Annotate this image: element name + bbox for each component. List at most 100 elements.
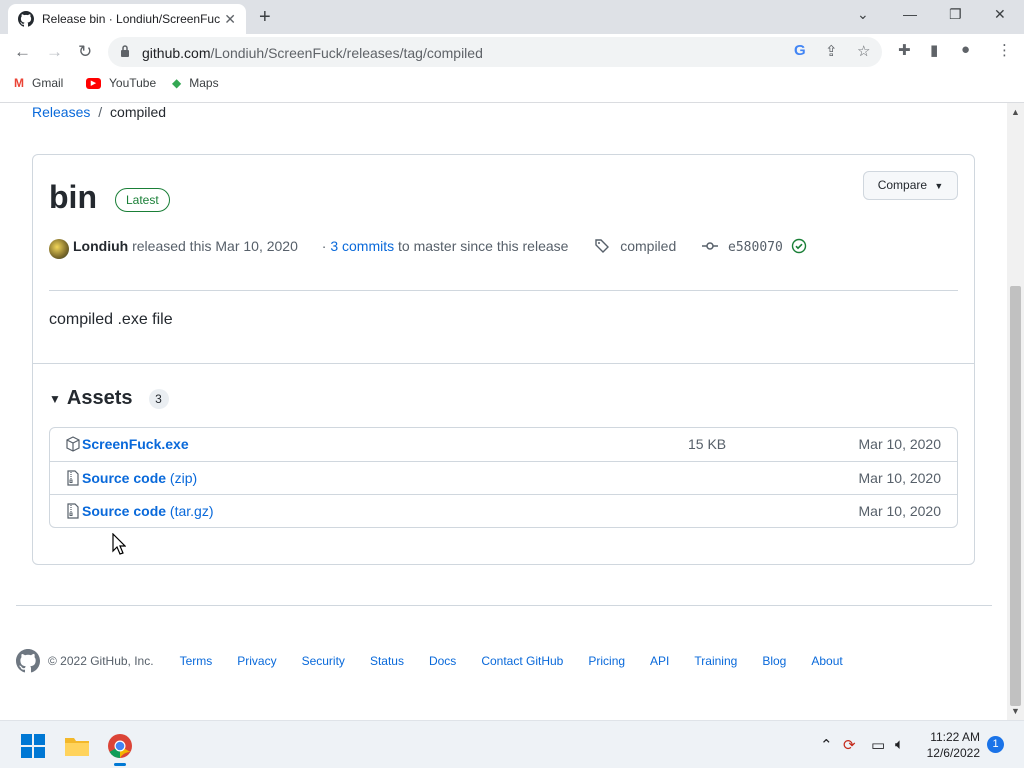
active-app-indicator [114,763,126,766]
asset-date: Mar 10, 2020 [858,470,942,486]
extensions-icon[interactable]: ✚ [898,41,911,59]
file-zip-icon [67,503,79,519]
bookmarks-bar: M Gmail ▶ YouTube ◆ Maps [0,70,1024,98]
avatar[interactable] [49,239,69,259]
system-clock[interactable]: 11:22 AM 12/6/2022 [918,729,980,761]
footer-link-blog[interactable]: Blog [762,654,786,668]
sync-icon[interactable]: ⟳ [843,736,856,754]
restore-icon[interactable]: ❐ [949,6,962,23]
forward-icon[interactable]: → [46,42,63,62]
profile-icon[interactable]: ● [961,41,970,58]
asset-link[interactable]: Source code (tar.gz) [82,503,214,519]
taskbar: ⌃ ⟳ ▭ 🔈︎ 11:22 AM 12/6/2022 1 [0,720,1024,768]
footer-copyright: © 2022 GitHub, Inc. [48,654,154,668]
browser-tab[interactable]: Release bin · Londiuh/ScreenFuck ✕ [8,4,246,34]
tab-search-icon[interactable]: ⌄ [857,6,869,23]
asset-ext: (zip) [169,470,198,486]
tab-title: Release bin · Londiuh/ScreenFuck [42,12,221,26]
bookmark-label: YouTube [109,76,157,90]
page-scrollbar[interactable]: ▲ ▼ [1007,103,1024,720]
file-zip-icon [67,470,79,486]
assets-heading: Assets [66,387,133,409]
scroll-up-icon[interactable]: ▲ [1011,107,1020,117]
commits-link[interactable]: 3 commits [330,238,394,254]
footer-link-status[interactable]: Status [370,654,404,668]
bookmark-youtube[interactable]: ▶ YouTube [86,76,156,90]
asset-link[interactable]: Source code (zip) [82,470,197,486]
asset-link[interactable]: ScreenFuck.exe [82,436,189,452]
scroll-down-icon[interactable]: ▼ [1011,706,1020,716]
assets-list: ScreenFuck.exe 15 KB Mar 10, 2020 Source… [49,427,958,528]
footer-link-docs[interactable]: Docs [429,654,456,668]
minimize-icon[interactable]: — [903,6,917,22]
new-tab-icon[interactable]: + [259,6,271,29]
bookmark-maps[interactable]: ◆ Maps [172,76,219,90]
address-bar[interactable]: github.com/Londiuh/ScreenFuck/releases/t… [108,37,882,67]
notification-badge[interactable]: 1 [987,736,1004,753]
divider [49,290,958,291]
tag-link[interactable]: compiled [620,238,676,254]
footer-link-training[interactable]: Training [694,654,737,668]
page-content: Releases / compiled bin Latest Compare ▼… [0,103,1007,720]
gmail-icon: M [14,76,24,90]
author-link[interactable]: Londiuh [73,238,128,254]
chevron-up-icon[interactable]: ⌃ [820,736,833,754]
commits-dot: · [321,238,327,254]
released-text: released this [132,238,212,254]
asset-row: ScreenFuck.exe 15 KB Mar 10, 2020 [50,428,957,461]
scrollbar-thumb[interactable] [1010,286,1021,706]
asset-row: Source code (zip) Mar 10, 2020 [50,461,957,494]
bookmark-gmail[interactable]: M Gmail [14,76,63,90]
assets-count: 3 [148,388,169,409]
footer-link-security[interactable]: Security [302,654,345,668]
asset-name: Source code [82,470,167,486]
commits-suffix: to master since this release [398,238,569,254]
footer-link-pricing[interactable]: Pricing [588,654,625,668]
file-explorer-icon[interactable] [64,733,90,759]
star-icon[interactable]: ☆ [857,42,870,60]
footer: © 2022 GitHub, Inc. Terms Privacy Securi… [16,649,992,673]
google-icon[interactable]: G [794,42,806,59]
compare-button[interactable]: Compare ▼ [863,171,958,200]
asset-date: Mar 10, 2020 [858,436,942,452]
breadcrumb-releases-link[interactable]: Releases [32,104,90,120]
url-path: /Londiuh/ScreenFuck/releases/tag/compile… [210,45,483,61]
menu-icon[interactable]: ⋮ [997,41,1012,59]
reload-icon[interactable]: ↻ [78,42,92,62]
verified-check-icon[interactable] [791,238,807,254]
asset-size: 15 KB [688,436,727,452]
tab-strip: Release bin · Londiuh/ScreenFuck ✕ + ⌄ —… [0,0,1024,34]
assets-toggle[interactable]: ▼ Assets 3 [49,387,169,410]
share-icon[interactable]: ⇪ [825,42,838,60]
footer-link-terms[interactable]: Terms [180,654,213,668]
asset-name: ScreenFuck.exe [82,436,189,452]
network-icon[interactable]: ▭ [871,736,885,754]
package-icon [66,436,80,452]
footer-divider [16,605,992,606]
release-meta: Londiuh released this Mar 10, 2020 · 3 c… [49,238,807,259]
windows-start-icon[interactable] [20,733,46,759]
footer-link-privacy[interactable]: Privacy [237,654,276,668]
release-date: Mar 10, 2020 [215,238,298,254]
side-panel-icon[interactable]: ▮ [930,41,938,59]
lock-icon [121,45,129,57]
chrome-icon[interactable] [107,733,133,759]
volume-icon[interactable]: 🔈︎ [895,736,904,753]
footer-link-about[interactable]: About [811,654,842,668]
breadcrumb-current: compiled [110,104,167,120]
asset-date: Mar 10, 2020 [858,503,942,519]
url-host: github.com [142,45,211,61]
github-logo-icon[interactable] [16,649,40,673]
close-tab-icon[interactable]: ✕ [224,11,236,28]
asset-ext: (tar.gz) [169,503,214,519]
back-icon[interactable]: ← [14,42,31,62]
release-title[interactable]: bin [49,179,97,216]
breadcrumb: Releases / compiled [32,104,166,120]
close-window-icon[interactable]: ✕ [994,6,1006,23]
footer-link-contact[interactable]: Contact GitHub [481,654,563,668]
caret-down-icon: ▼ [934,181,944,191]
browser-chrome: Release bin · Londiuh/ScreenFuck ✕ + ⌄ —… [0,0,1024,103]
maps-icon: ◆ [172,76,182,90]
commit-sha-link[interactable]: e580070 [728,240,783,255]
footer-link-api[interactable]: API [650,654,669,668]
